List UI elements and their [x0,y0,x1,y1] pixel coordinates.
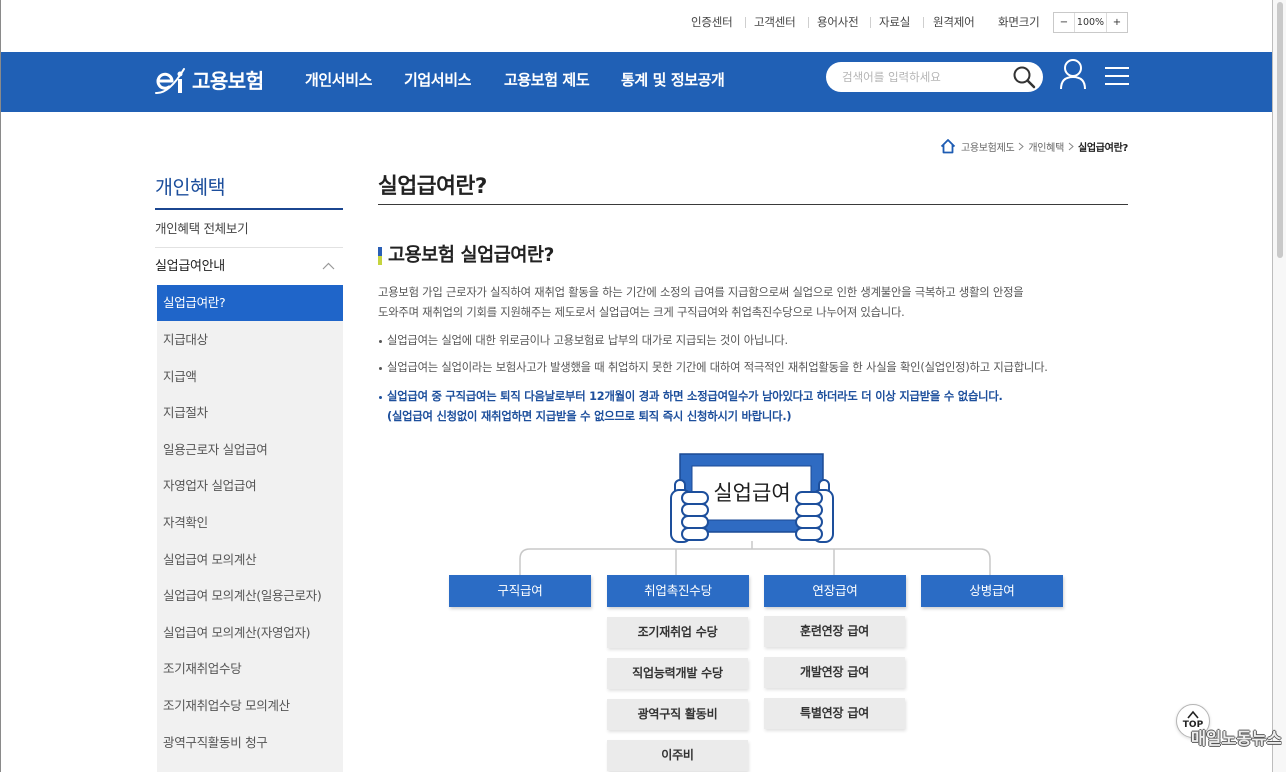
notice-text: (실업급여 신청없이 재취업하면 지급받을 수 없으므로 퇴직 즉시 신청하시기… [387,410,792,423]
nav-personal-services[interactable]: 개인서비스 [305,69,372,91]
notice-item-continued: (실업급여 신청없이 재취업하면 지급받을 수 없으므로 퇴직 즉시 신청하시기… [378,409,1128,425]
sidebar-item-simulation[interactable]: 실업급여 모의계산 [157,542,343,579]
util-separator [745,17,746,28]
zoom-control: − 100% + [1053,12,1128,33]
sidebar-group-unemployment-guide[interactable]: 실업급여안내 [155,258,225,276]
sub-box-special-extension: 특별연장 급여 [764,698,905,729]
nav-insurance-system[interactable]: 고용보험 제도 [504,69,590,91]
sidebar-item-wide-area-job-search[interactable]: 광역구직활동비 청구 [157,725,343,762]
util-link-auth-center[interactable]: 인증센터 [691,14,733,30]
window-edge [0,0,1,772]
sidebar-item-daily-worker[interactable]: 일용근로자 실업급여 [157,432,343,469]
sidebar-item-active[interactable]: 실업급여란? [157,285,343,321]
sidebar-item-self-employed[interactable]: 자영업자 실업급여 [157,468,343,505]
sidebar-title: 개인혜택 [155,176,226,199]
sidebar-item-view-all[interactable]: 개인혜택 전체보기 [155,220,249,238]
diagram-sign-with-hands: 실업급여 [670,453,834,543]
scrollbar-thumb[interactable] [1277,2,1283,258]
sidebar-item-qualification-check[interactable]: 자격확인 [157,505,343,542]
sidebar-item-procedure[interactable]: 지급절차 [157,395,343,432]
zoom-out-button[interactable]: − [1054,13,1074,32]
bullet-dot [379,396,382,399]
sub-box-early-reemployment: 조기재취업 수당 [607,617,748,648]
breadcrumb: 고용보험제도 개인혜택 실업급여란? [940,137,1128,155]
tree-connector-lines [519,541,991,575]
util-link-archive[interactable]: 자료실 [879,14,910,30]
bullet-text: 실업급여는 실업이라는 보험사고가 발생했을 때 취업하지 못한 기간에 대하여… [387,361,1048,374]
watermark: 매일노동뉴스 [1190,729,1282,748]
util-separator [923,17,924,28]
bullet-dot [379,367,382,370]
page-title: 실업급여란? [378,174,487,199]
divider [155,247,343,248]
bullet-item: 실업급여는 실업이라는 보험사고가 발생했을 때 취업하지 못한 기간에 대하여… [378,360,1128,376]
notice-text: 실업급여 중 구직급여는 퇴직 다음날로부터 12개월이 경과 하면 소정급여일… [387,390,1003,403]
sub-box-training-extension: 훈련연장 급여 [764,616,905,647]
arrow-up-icon [1187,710,1199,719]
breadcrumb-item-insurance-system[interactable]: 고용보험제도 [961,139,1015,154]
search-input[interactable] [842,68,1007,86]
vertical-scrollbar[interactable] [1272,0,1286,772]
util-link-customer-center[interactable]: 고객센터 [754,14,796,30]
sidebar-item-simulation-self-employed[interactable]: 실업급여 모의계산(자영업자) [157,615,343,652]
bullet-item: 실업급여는 실업에 대한 위로금이나 고용보험료 납부의 대가로 지급되는 것이… [378,333,1128,349]
global-header: 고용보험 개인서비스 기업서비스 고용보험 제도 통계 및 정보공개 [0,52,1272,112]
util-link-remote-control[interactable]: 원격제어 [933,14,975,30]
title-divider [378,204,1128,205]
logo-text: 고용보험 [192,69,264,93]
util-separator [808,17,809,28]
bullet-dot [379,340,382,343]
chevron-right-icon [1068,142,1074,150]
bullet-text: 실업급여는 실업에 대한 위로금이나 고용보험료 납부의 대가로 지급되는 것이… [387,334,788,347]
home-icon[interactable] [940,138,956,154]
zoom-in-button[interactable]: + [1107,13,1127,32]
font-size-label: 화면크기 [998,15,1040,29]
benefit-box-sickness: 상병급여 [921,575,1063,607]
sub-box-relocation: 이주비 [607,740,748,771]
intro-text-line: 도와주며 재취업의 기회를 지원해주는 제도로서 실업급여는 크게 구직급여와 … [378,306,905,319]
nav-statistics-disclosure[interactable]: 통계 및 정보공개 [621,69,725,91]
sidebar-item-amount[interactable]: 지급액 [157,359,343,396]
breadcrumb-item-personal-benefits[interactable]: 개인혜택 [1028,139,1064,154]
benefit-box-job-seeking: 구직급여 [449,575,591,607]
benefit-box-employment-promotion: 취업촉진수당 [607,575,749,607]
site-logo[interactable]: 고용보험 [155,65,275,97]
sub-box-individual-extension: 개발연장 급여 [764,657,905,688]
intro-text-line: 고용보험 가입 근로자가 실직하여 재취업 활동을 하는 기간에 소정의 급여를… [378,286,1024,299]
zoom-level: 100% [1074,13,1107,32]
search-box [826,62,1043,92]
search-icon[interactable] [1012,65,1036,89]
sidebar-title-underline [155,208,343,210]
sidebar-item-early-reemployment-simulation[interactable]: 조기재취업수당 모의계산 [157,688,343,725]
sidebar-submenu: 지급대상 지급액 지급절차 일용근로자 실업급여 자영업자 실업급여 자격확인 … [157,321,343,772]
benefit-box-extended: 연장급여 [764,575,906,607]
logo-mark-icon [155,68,185,95]
chevron-up-icon[interactable] [322,262,335,270]
sidebar-item-simulation-daily-worker[interactable]: 실업급여 모의계산(일용근로자) [157,578,343,615]
sidebar-item-early-reemployment[interactable]: 조기재취업수당 [157,651,343,688]
section-marker [378,247,382,265]
sub-box-wide-area-job-search: 광역구직 활동비 [607,699,748,730]
sidebar-item-eligibility[interactable]: 지급대상 [157,322,343,359]
section-title: 고용보험 실업급여란? [388,245,554,266]
user-icon[interactable] [1059,58,1087,90]
util-separator [870,17,871,28]
breadcrumb-current: 실업급여란? [1077,142,1128,154]
chevron-right-icon [1019,142,1025,150]
sign-text: 실업급여 [713,481,790,505]
nav-business-services[interactable]: 기업서비스 [404,69,471,91]
sub-box-vocational-training: 직업능력개발 수당 [607,658,748,689]
menu-icon[interactable] [1105,66,1129,86]
page: 인증센터 고객센터 용어사전 자료실 원격제어 화면크기 − 100% + 고용… [0,0,1286,772]
notice-item: 실업급여 중 구직급여는 퇴직 다음날로부터 12개월이 경과 하면 소정급여일… [378,389,1128,405]
util-link-glossary[interactable]: 용어사전 [817,14,859,30]
